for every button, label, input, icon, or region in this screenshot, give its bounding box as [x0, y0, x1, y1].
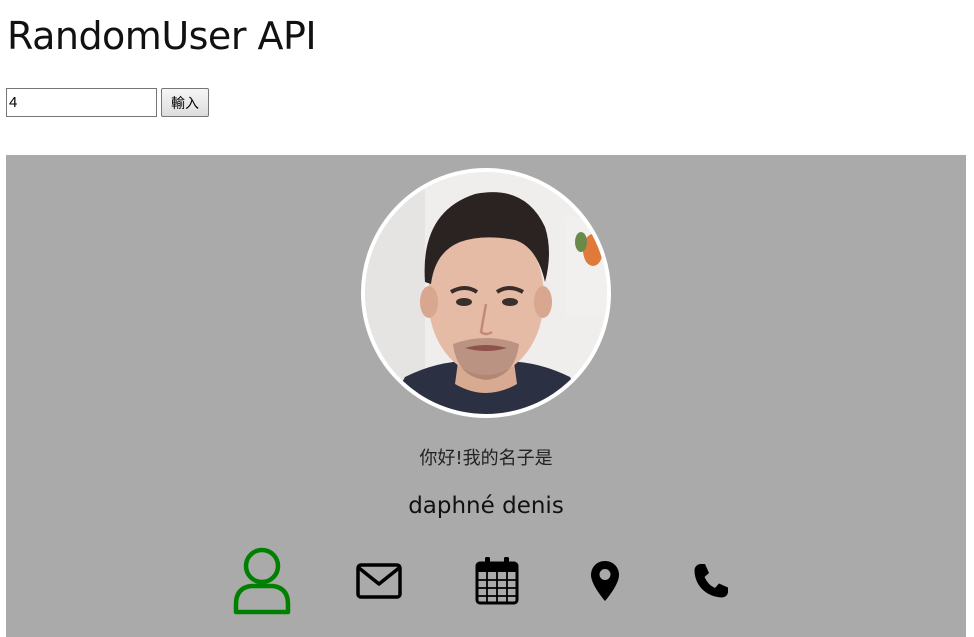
page-title: RandomUser API — [7, 14, 317, 58]
phone-icon — [694, 563, 728, 597]
info-icon-row — [6, 543, 966, 618]
user-name: daphné denis — [408, 493, 564, 519]
submit-button[interactable]: 輸入 — [161, 88, 209, 117]
map-marker-icon-button[interactable] — [569, 543, 641, 618]
envelope-icon-button[interactable] — [343, 543, 415, 618]
user-icon-button[interactable] — [226, 543, 298, 618]
greeting-text: 你好!我的名子是 — [419, 448, 553, 469]
phone-icon-button[interactable] — [675, 543, 747, 618]
count-input[interactable] — [6, 88, 157, 117]
calendar-icon-button[interactable] — [461, 543, 533, 618]
calendar-icon — [475, 556, 519, 604]
avatar — [361, 168, 611, 418]
avatar-portrait — [365, 172, 607, 414]
envelope-icon — [356, 562, 402, 599]
user-icon — [233, 547, 291, 614]
count-form: 輸入 — [6, 88, 209, 117]
user-card: 你好!我的名子是 daphné denis — [6, 155, 966, 637]
map-marker-icon — [591, 560, 619, 601]
